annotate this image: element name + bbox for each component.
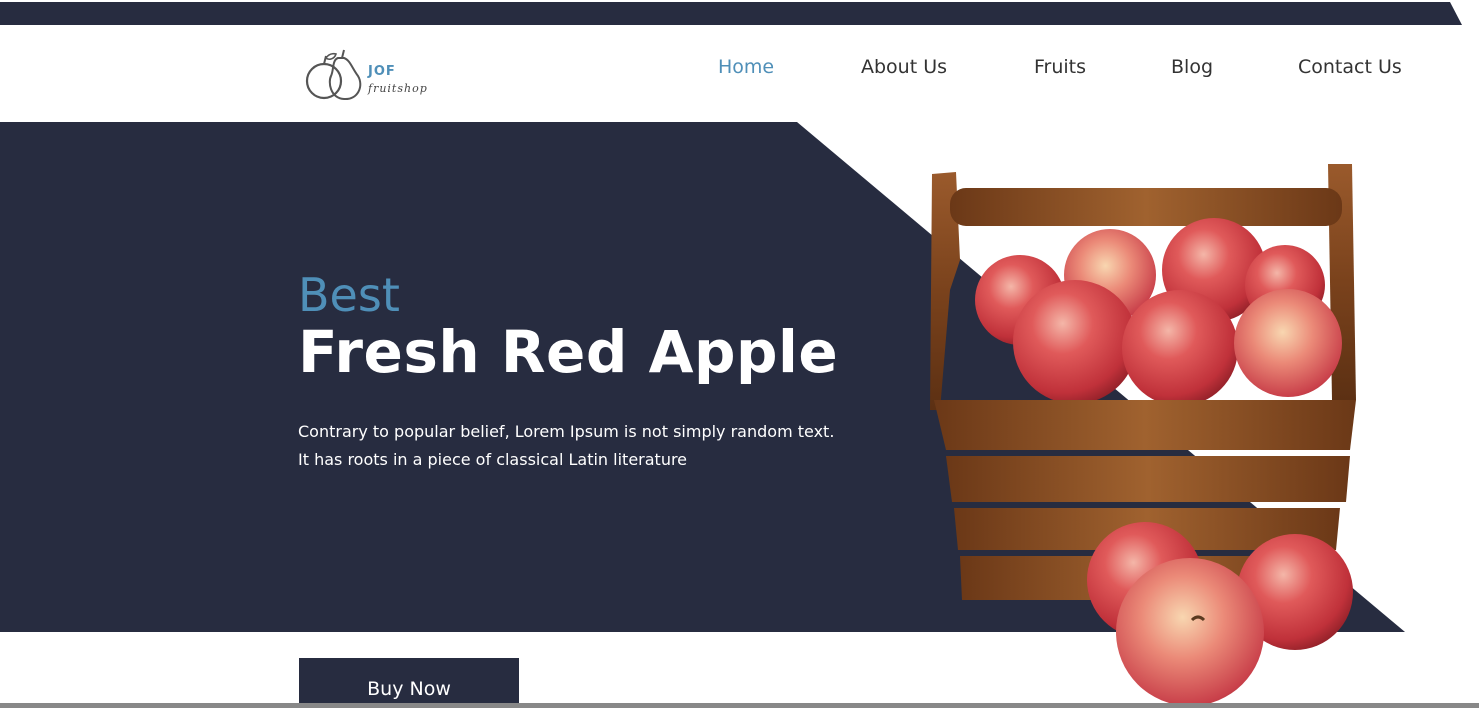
page: JOF fruitshop Home About Us Fruits Blog …: [0, 0, 1479, 708]
hero-kicker: Best: [298, 268, 400, 322]
hero-description: Contrary to popular belief, Lorem Ipsum …: [298, 422, 835, 469]
hero-title: Fresh Red Apple: [298, 318, 839, 386]
basket-of-apples-image: [930, 164, 1356, 706]
main-nav: Home About Us Fruits Blog Contact Us: [0, 56, 1479, 86]
bottom-scrollbar[interactable]: [0, 703, 1479, 708]
buy-now-button[interactable]: Buy Now: [299, 658, 519, 708]
nav-fruits[interactable]: Fruits: [1034, 56, 1086, 78]
nav-home[interactable]: Home: [718, 56, 774, 78]
nav-contact-us[interactable]: Contact Us: [1298, 56, 1402, 78]
nav-about-us[interactable]: About Us: [861, 56, 947, 78]
top-band: [0, 2, 1462, 25]
nav-blog[interactable]: Blog: [1171, 56, 1213, 78]
